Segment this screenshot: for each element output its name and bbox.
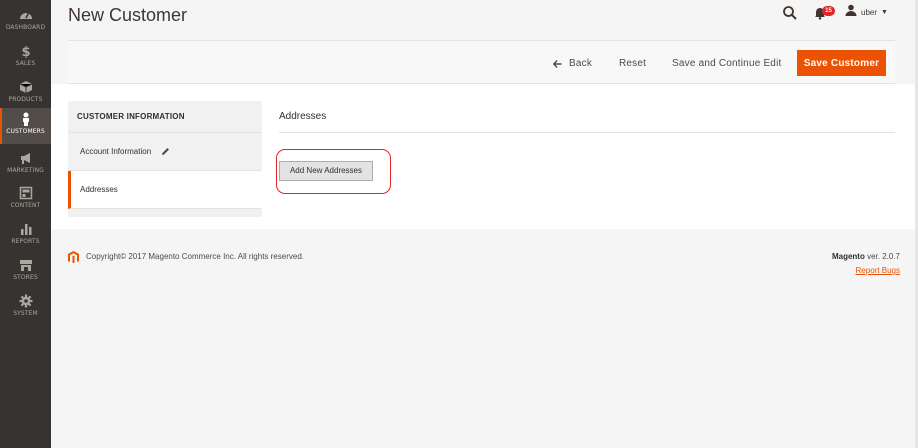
nav-stores[interactable]: STORES bbox=[0, 254, 51, 290]
nav-sales[interactable]: $ SALES bbox=[0, 40, 51, 76]
layout-icon bbox=[0, 186, 51, 200]
nav-content-label: CONTENT bbox=[10, 202, 41, 209]
back-button-label: Back bbox=[569, 58, 593, 69]
storefront-icon bbox=[0, 258, 51, 272]
magento-logo-icon bbox=[68, 251, 79, 263]
tabs-title: CUSTOMER INFORMATION bbox=[68, 101, 262, 133]
tabs-bottom-spacer bbox=[68, 209, 262, 217]
reset-button[interactable]: Reset bbox=[619, 52, 646, 76]
save-and-continue-button[interactable]: Save and Continue Edit bbox=[672, 52, 781, 76]
admin-sidebar: DASHBOARD $ SALES PRODUCTS CUSTOMERS MAR… bbox=[0, 0, 51, 448]
back-button[interactable]: Back bbox=[553, 52, 592, 76]
section-divider bbox=[279, 132, 895, 133]
nav-sales-label: SALES bbox=[15, 60, 36, 67]
chevron-down-icon: ▼ bbox=[881, 8, 888, 16]
customer-info-tabs: CUSTOMER INFORMATION Account Information… bbox=[68, 101, 262, 217]
nav-products[interactable]: PRODUCTS bbox=[0, 76, 51, 112]
tab-account-information[interactable]: Account Information bbox=[68, 133, 262, 171]
dollar-icon: $ bbox=[0, 44, 51, 58]
tab-account-information-label: Account Information bbox=[80, 147, 152, 156]
section-title: Addresses bbox=[279, 111, 327, 122]
nav-customers[interactable]: CUSTOMERS bbox=[0, 108, 51, 144]
pencil-icon bbox=[162, 148, 170, 156]
nav-system-label: SYSTEM bbox=[13, 310, 38, 317]
nav-dashboard[interactable]: DASHBOARD bbox=[0, 4, 51, 40]
box-icon bbox=[0, 80, 51, 94]
copyright-text: Copyright© 2017 Magento Commerce Inc. Al… bbox=[86, 252, 304, 261]
tab-addresses[interactable]: Addresses bbox=[68, 171, 262, 209]
arrow-left-icon bbox=[553, 60, 562, 68]
add-new-address-button[interactable]: Add New Addresses bbox=[279, 161, 373, 181]
version-number: ver. 2.0.7 bbox=[867, 252, 900, 261]
nav-customers-label: CUSTOMERS bbox=[6, 128, 45, 135]
page-title: New Customer bbox=[68, 5, 188, 25]
main-content: CUSTOMER INFORMATION Account Information… bbox=[51, 84, 915, 229]
nav-content[interactable]: CONTENT bbox=[0, 182, 51, 218]
nav-system[interactable]: SYSTEM bbox=[0, 290, 51, 326]
person-icon bbox=[0, 112, 51, 126]
svg-text:$: $ bbox=[21, 45, 30, 58]
gear-icon bbox=[0, 294, 51, 308]
bar-chart-icon bbox=[0, 222, 51, 236]
report-bugs-link[interactable]: Report Bugs bbox=[856, 266, 900, 275]
megaphone-icon bbox=[0, 151, 51, 165]
nav-stores-label: STORES bbox=[13, 274, 38, 281]
user-name: uber bbox=[861, 7, 878, 17]
user-account-menu[interactable]: uber ▼ bbox=[845, 3, 888, 21]
search-icon[interactable] bbox=[782, 5, 798, 21]
speedometer-icon bbox=[0, 8, 51, 22]
user-icon bbox=[845, 3, 857, 21]
notification-count-badge: 15 bbox=[822, 6, 835, 16]
nav-dashboard-label: DASHBOARD bbox=[5, 24, 46, 31]
nav-marketing[interactable]: MARKETING bbox=[0, 147, 51, 183]
nav-reports-label: REPORTS bbox=[11, 238, 40, 245]
nav-marketing-label: MARKETING bbox=[7, 167, 44, 174]
tab-addresses-label: Addresses bbox=[80, 185, 118, 194]
page-actions-bar: Back Reset Save and Continue Edit Save C… bbox=[68, 40, 895, 84]
save-customer-button[interactable]: Save Customer bbox=[797, 50, 886, 76]
nav-products-label: PRODUCTS bbox=[8, 96, 43, 103]
brand-name: Magento bbox=[831, 252, 865, 261]
version-info: Magento ver. 2.0.7 bbox=[832, 252, 900, 261]
nav-reports[interactable]: REPORTS bbox=[0, 218, 51, 254]
